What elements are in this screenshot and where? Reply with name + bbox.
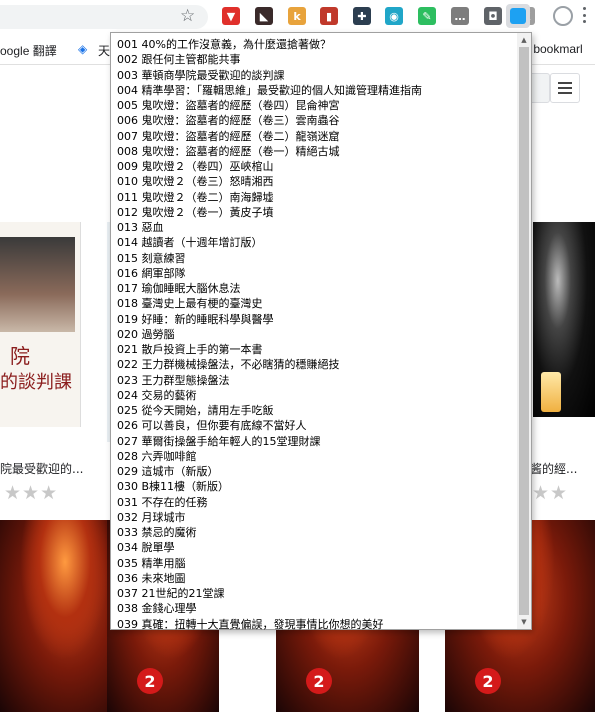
book-list-item[interactable]: 023 王力群型態操盤法 [111,373,517,388]
puzzle-extension-icon[interactable]: ✚ [353,7,371,25]
book-cover-title-line2: 的談判課 [0,372,72,393]
rating-stars-left: ★★★ [4,482,59,504]
active-extension-icon[interactable] [510,8,526,24]
book-list-item[interactable]: 011 鬼吹燈２（卷二）南海歸墟 [111,190,517,205]
browser-toolbar: ☆ ▼◣k▮✚◉✎…◘K [0,0,595,34]
book-list-item[interactable]: 027 華爾街操盤手給年輕人的15堂理財課 [111,434,517,449]
book-list-item[interactable]: 031 不存在的任務 [111,495,517,510]
profile-avatar[interactable] [553,6,573,26]
author-photo [0,237,75,332]
book-list-item[interactable]: 038 金錢心理學 [111,601,517,616]
book-list-item[interactable]: 016 網軍部隊 [111,266,517,281]
eye-icon: ◈ [78,42,88,56]
scrollbar-thumb[interactable] [519,47,529,615]
book-list-item[interactable]: 009 鬼吹燈２（卷四）巫峽棺山 [111,159,517,174]
book-caption-left[interactable]: 院最受歡迎的... [0,460,83,477]
candle-image [541,372,561,412]
book-extension-icon[interactable]: ▮ [320,7,338,25]
chat-extension-icon[interactable]: … [451,7,469,25]
book-list: 001 40%的工作沒意義，為什麼還搶著做？ 002 跟任何主管都能共事 003 華… [111,37,517,632]
book-list-item[interactable]: 039 真確：扭轉十大直覺偏誤，發現事情比你想的美好 [111,617,517,632]
book-list-item[interactable]: 021 散戶投資上手的第一本書 [111,342,517,357]
book-list-item[interactable]: 022 王力群機械操盤法，不必瞎猜的穩賺絕技 [111,357,517,372]
book-list-item[interactable]: 035 精準用腦 [111,556,517,571]
book-list-item[interactable]: 003 華頓商學院最受歡迎的談判課 [111,68,517,83]
book-list-item[interactable]: 032 月球城市 [111,510,517,525]
book-list-item[interactable]: 012 鬼吹燈２（卷一）黃皮子墳 [111,205,517,220]
book-list-item[interactable]: 013 惡血 [111,220,517,235]
cover-figure [20,520,110,660]
book-list-item[interactable]: 019 好睡：新的睡眠科學與醫學 [111,312,517,327]
book-cover-negotiation[interactable]: 院 的談判課 [0,222,81,427]
cat-extension-icon[interactable]: ◣ [255,7,273,25]
address-bar[interactable] [0,5,208,29]
book-list-item[interactable]: 034 脫單學 [111,540,517,555]
book-list-item[interactable]: 014 越讀者（十週年增訂版） [111,235,517,250]
bookmark-star-icon[interactable]: ☆ [180,6,195,26]
book-list-item[interactable]: 036 未來地圖 [111,571,517,586]
book-list-item[interactable]: 037 21世紀的21堂課 [111,586,517,601]
bookmark-second[interactable]: 天 [98,42,110,59]
series-logo: 2 [475,668,501,694]
book-cover-title-line1: 院 [10,344,30,368]
camera-extension-icon[interactable]: ◉ [385,7,403,25]
vivaldi-shield-extension-icon[interactable]: ▼ [222,7,240,25]
list-view-button[interactable] [550,73,580,103]
book-list-item[interactable]: 006 鬼吹燈：盜墓者的經歷（卷三）雲南蟲谷 [111,113,517,128]
book-list-item[interactable]: 002 跟任何主管都能共事 [111,52,517,67]
bookmark-other[interactable]: r bookmarl [526,42,583,56]
book-list-item[interactable]: 028 六弄咖啡館 [111,449,517,464]
book-list-item[interactable]: 029 這城市（新版） [111,464,517,479]
list-icon [558,82,572,94]
keep-extension-icon[interactable]: ◘ [484,7,502,25]
series-logo: 2 [137,668,163,694]
book-list-item[interactable]: 017 瑜伽睡眠大腦休息法 [111,281,517,296]
book-caption-right[interactable]: 酱的經... [530,460,577,477]
book-list-item[interactable]: 008 鬼吹燈：盜墓者的經歷（卷一）精絕古城 [111,144,517,159]
book-list-item[interactable]: 005 鬼吹燈：盜墓者的經歷（卷四）昆侖神宮 [111,98,517,113]
book-list-dropdown[interactable]: 001 40%的工作沒意義，為什麼還搶著做？ 002 跟任何主管都能共事 003 華… [110,32,532,632]
book-list-item[interactable]: 025 從今天開始，請用左手吃飯 [111,403,517,418]
chrome-menu-icon[interactable] [583,7,587,23]
book-list-item[interactable]: 024 交易的藝術 [111,388,517,403]
book-list-item[interactable]: 001 40%的工作沒意義，為什麼還搶著做？ [111,37,517,52]
book-list-item[interactable]: 018 臺灣史上最有梗的臺灣史 [111,296,517,311]
book-list-item[interactable]: 010 鬼吹燈２（卷三）怒晴湘西 [111,174,517,189]
scroll-up-arrow-icon[interactable]: ▲ [517,33,531,47]
book-list-item[interactable]: 007 鬼吹燈：盜墓者的經歷（卷二）龍嶺迷窟 [111,129,517,144]
series-logo: 2 [306,668,332,694]
kindle-extension-icon[interactable]: k [288,7,306,25]
book-list-item[interactable]: 004 精準學習：「羅輯思維」最受歡迎的個人知識管理精進指南 [111,83,517,98]
book-list-item[interactable]: 015 刻意練習 [111,251,517,266]
book-list-item[interactable]: 020 過勞腦 [111,327,517,342]
book-list-item[interactable]: 030 B棟11樓（新版） [111,479,517,494]
book-cover-smoke[interactable] [533,222,595,417]
bookmark-google-translate[interactable]: oogle 翻譯 [0,42,57,59]
book-list-item[interactable]: 026 可以善良，但你要有底線不當好人 [111,418,517,433]
scroll-down-arrow-icon[interactable]: ▼ [517,615,531,629]
evernote-extension-icon[interactable]: ✎ [418,7,436,25]
book-list-item[interactable]: 033 禁忌的魔術 [111,525,517,540]
dropdown-scrollbar[interactable]: ▲ ▼ [517,33,531,629]
rating-stars-right: ★★ [532,482,569,504]
